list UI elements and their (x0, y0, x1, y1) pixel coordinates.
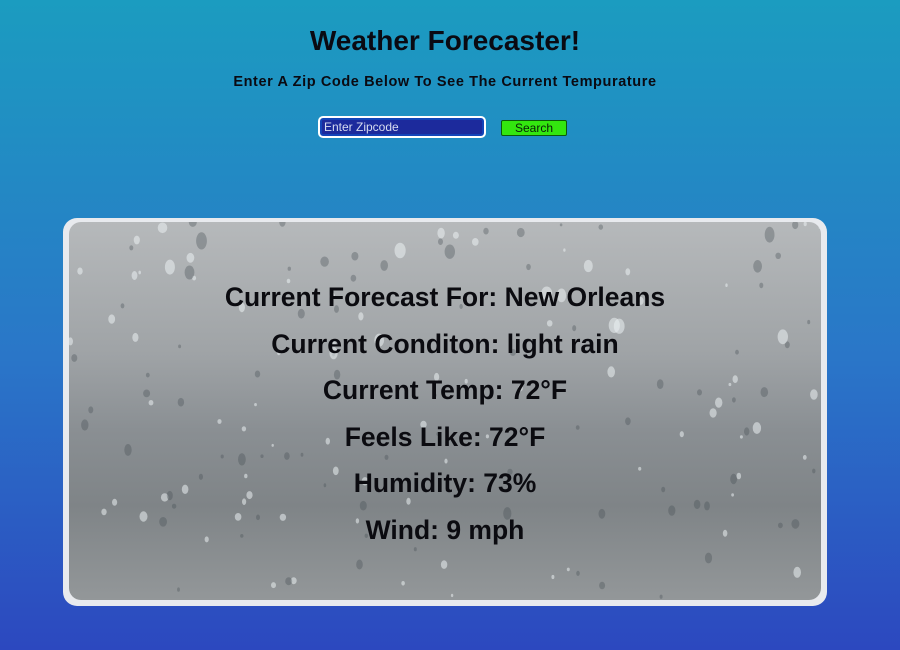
forecast-card: Current Forecast For: New Orleans Curren… (63, 218, 827, 606)
raindrop (380, 260, 389, 271)
raindrop (133, 235, 140, 245)
raindrop (704, 552, 713, 564)
raindrop (440, 560, 448, 569)
raindrop (472, 238, 479, 246)
raindrop (792, 222, 799, 230)
raindrop (356, 559, 363, 570)
rain-background-image: Current Forecast For: New Orleans Curren… (69, 222, 821, 600)
forecast-feels-like: Feels Like: 72°F (344, 421, 546, 452)
forecast-temp: Current Temp: 72°F (322, 375, 568, 405)
raindrop (566, 567, 570, 572)
raindrop (437, 227, 445, 239)
raindrop (450, 593, 454, 598)
raindrop (285, 577, 293, 586)
raindrop (196, 232, 207, 250)
raindrop (271, 582, 276, 589)
raindrop (188, 222, 197, 227)
raindrop (764, 226, 775, 243)
forecast-humidity: Humidity: 73% (353, 468, 537, 498)
raindrop (394, 242, 406, 259)
raindrop (598, 224, 604, 230)
raindrop (803, 222, 807, 227)
raindrop (563, 248, 566, 252)
forecast-wind: Wind: 9 mph (365, 514, 525, 545)
raindrop (444, 244, 455, 259)
raindrop (351, 251, 359, 261)
raindrop (157, 222, 168, 234)
raindrop (164, 259, 175, 275)
forecast-condition: Current Conditon: light rain (271, 328, 619, 359)
raindrop (576, 570, 580, 576)
raindrop (279, 222, 286, 227)
raindrop (599, 581, 606, 590)
forecast-details: Current Forecast For: New Orleans Curren… (69, 274, 821, 553)
raindrop (753, 260, 762, 273)
raindrop (320, 256, 329, 267)
raindrop (177, 587, 180, 592)
zipcode-input[interactable] (318, 116, 486, 138)
raindrop (438, 238, 443, 245)
raindrop (401, 581, 405, 586)
raindrop (287, 266, 291, 271)
raindrop (775, 252, 781, 259)
raindrop (659, 594, 663, 599)
page-title: Weather Forecaster! (309, 25, 581, 56)
raindrop (129, 245, 134, 251)
raindrop (583, 259, 593, 273)
page-subtitle: Enter A Zip Code Below To See The Curren… (233, 74, 657, 90)
raindrop (186, 252, 195, 263)
forecast-location: Current Forecast For: New Orleans (224, 282, 666, 312)
raindrop (516, 227, 525, 238)
raindrop (526, 263, 531, 271)
raindrop (551, 574, 555, 580)
raindrop (290, 577, 297, 585)
raindrop (559, 223, 563, 227)
search-button[interactable]: Search (501, 120, 567, 136)
raindrop (483, 227, 489, 235)
raindrop (818, 225, 821, 229)
raindrop (793, 566, 801, 578)
raindrop (452, 231, 459, 239)
